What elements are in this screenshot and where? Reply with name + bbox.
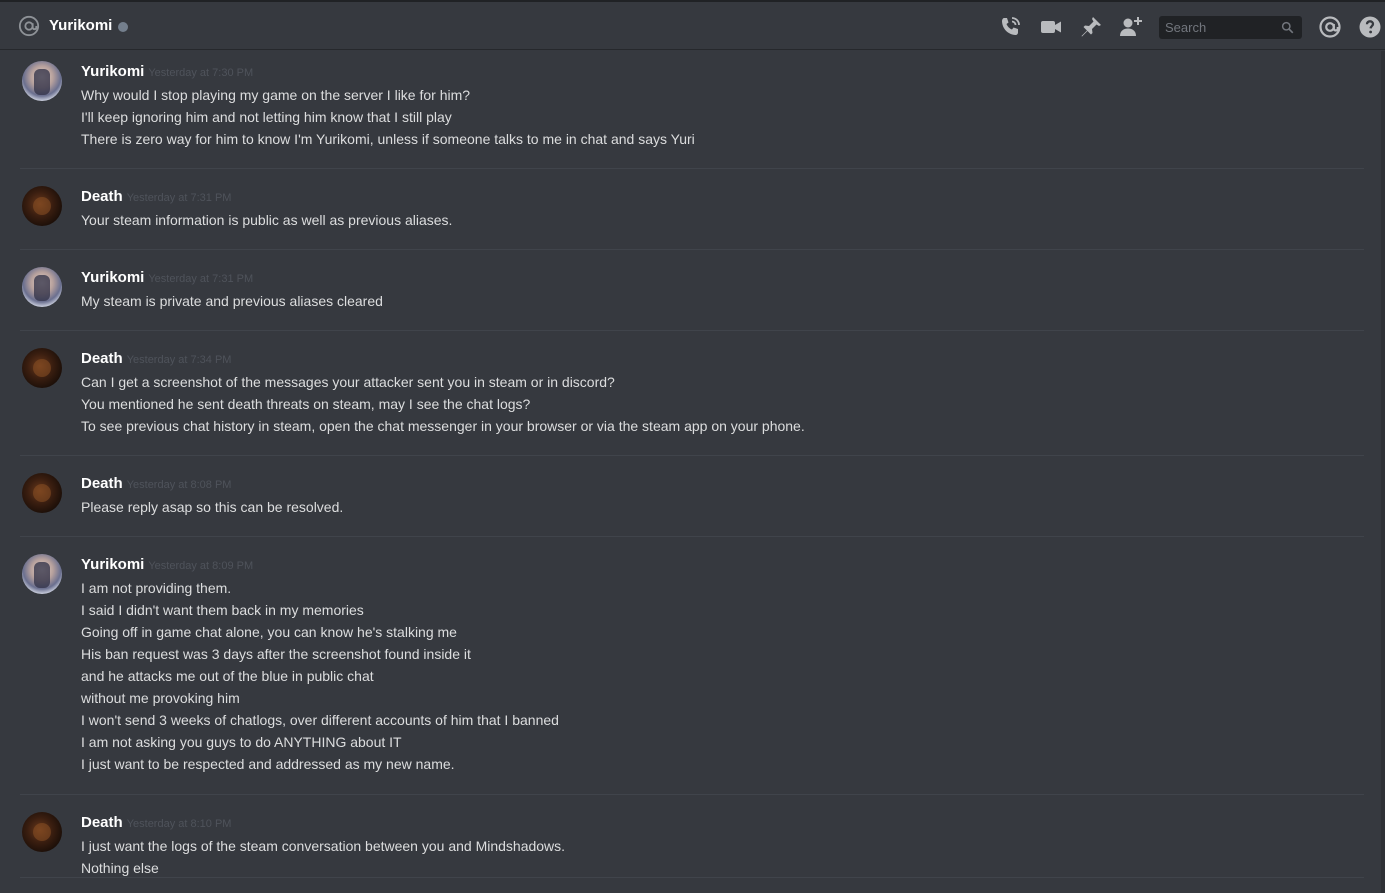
message-text: Can I get a screenshot of the messages y… bbox=[81, 374, 615, 390]
message-text: I am not providing them. bbox=[81, 580, 232, 596]
username[interactable]: Yurikomi bbox=[81, 63, 144, 80]
status-indicator bbox=[118, 22, 128, 32]
add-friend-icon[interactable] bbox=[1119, 15, 1143, 39]
at-icon bbox=[18, 15, 40, 37]
avatar[interactable] bbox=[22, 473, 62, 513]
timestamp: Yesterday at 7:34 PM bbox=[126, 354, 232, 366]
help-icon[interactable] bbox=[1358, 15, 1382, 39]
video-icon[interactable] bbox=[1039, 15, 1063, 39]
message-text: I just want the logs of the steam conver… bbox=[81, 838, 566, 854]
search-box[interactable] bbox=[1159, 16, 1302, 39]
avatar[interactable] bbox=[22, 554, 62, 594]
message-text: There is zero way for him to know I'm Yu… bbox=[81, 131, 695, 147]
message-group: Death Yesterday at 8:08 PM Please reply a… bbox=[20, 463, 1364, 537]
message-text: Please reply asap so this can be resolve… bbox=[81, 499, 344, 515]
message-text: You mentioned he sent death threats on s… bbox=[81, 396, 531, 412]
message-text: I won't send 3 weeks of chatlogs, over d… bbox=[81, 712, 559, 728]
message-text: Going off in game chat alone, you can kn… bbox=[81, 624, 457, 640]
message-group: Death Yesterday at 8:10 PM I just want th… bbox=[20, 802, 1364, 878]
timestamp: Yesterday at 7:31 PM bbox=[126, 192, 232, 204]
call-icon[interactable] bbox=[998, 15, 1022, 39]
timestamp: Yesterday at 8:10 PM bbox=[126, 818, 232, 830]
message-text: Nothing else bbox=[81, 860, 159, 876]
search-icon bbox=[1281, 21, 1294, 34]
message-group: Death Yesterday at 7:31 PM Your steam inf… bbox=[20, 176, 1364, 250]
message-text: I am not asking you guys to do ANYTHING … bbox=[81, 734, 402, 750]
mention-icon[interactable] bbox=[1318, 15, 1342, 39]
message-text: To see previous chat history in steam, o… bbox=[81, 418, 805, 434]
message-text: I just want to be respected and addresse… bbox=[81, 756, 455, 772]
timestamp: Yesterday at 8:09 PM bbox=[148, 560, 254, 572]
channel-header: Yurikomi bbox=[0, 0, 1385, 50]
username[interactable]: Yurikomi bbox=[81, 269, 144, 286]
username[interactable]: Yurikomi bbox=[81, 556, 144, 573]
timestamp: Yesterday at 7:30 PM bbox=[148, 67, 254, 79]
message-list[interactable]: Yurikomi Yesterday at 7:30 PM Why would I… bbox=[0, 51, 1385, 893]
message-text: His ban request was 3 days after the scr… bbox=[81, 646, 471, 662]
scrollbar-track[interactable] bbox=[1381, 51, 1385, 893]
username[interactable]: Death bbox=[81, 188, 123, 205]
message-text: I'll keep ignoring him and not letting h… bbox=[81, 109, 452, 125]
message-text: Your steam information is public as well… bbox=[81, 212, 453, 228]
avatar[interactable] bbox=[22, 348, 62, 388]
avatar[interactable] bbox=[22, 812, 62, 852]
message-group: Death Yesterday at 7:34 PM Can I get a sc… bbox=[20, 338, 1364, 456]
dm-window: Yurikomi Search Yurikomi Yesterday at 7:… bbox=[0, 0, 1385, 893]
avatar[interactable] bbox=[22, 267, 62, 307]
avatar[interactable] bbox=[22, 186, 62, 226]
username[interactable]: Death bbox=[81, 814, 123, 831]
message-group: Yurikomi Yesterday at 7:31 PM My steam is… bbox=[20, 257, 1364, 331]
username[interactable]: Death bbox=[81, 350, 123, 367]
message-group: Yurikomi Yesterday at 8:09 PM I am not pr… bbox=[20, 544, 1364, 795]
message-text: My steam is private and previous aliases… bbox=[81, 293, 383, 309]
pin-icon[interactable] bbox=[1079, 15, 1103, 39]
timestamp: Yesterday at 7:31 PM bbox=[148, 273, 254, 285]
message-text: and he attacks me out of the blue in pub… bbox=[81, 668, 374, 684]
message-group: Yurikomi Yesterday at 7:30 PM Why would I… bbox=[20, 51, 1364, 169]
search-input[interactable] bbox=[1159, 16, 1277, 39]
channel-title: Yurikomi bbox=[49, 17, 113, 34]
message-text: I said I didn't want them back in my mem… bbox=[81, 602, 364, 618]
message-text: Why would I stop playing my game on the … bbox=[81, 87, 471, 103]
avatar[interactable] bbox=[22, 61, 62, 101]
message-text: without me provoking him bbox=[81, 690, 240, 706]
username[interactable]: Death bbox=[81, 475, 123, 492]
timestamp: Yesterday at 8:08 PM bbox=[126, 479, 232, 491]
